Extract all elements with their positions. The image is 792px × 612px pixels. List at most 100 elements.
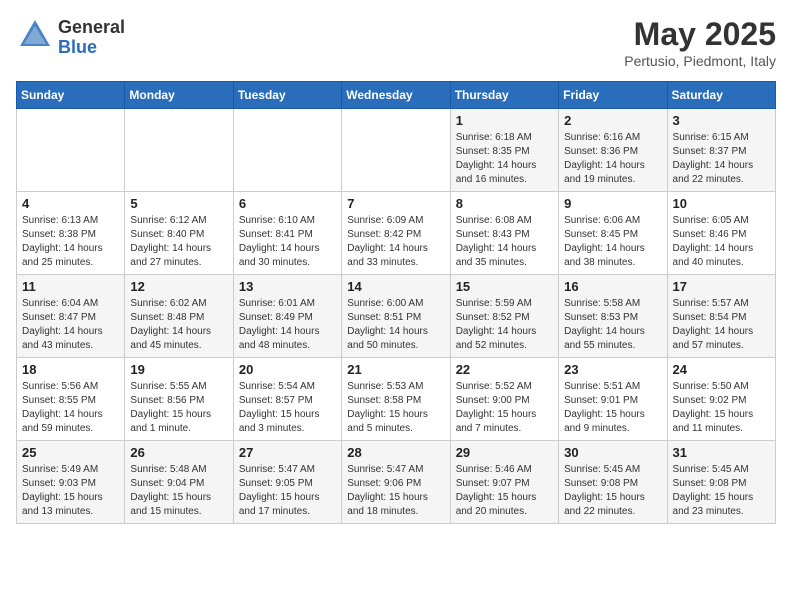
day-info: Sunrise: 6:01 AM Sunset: 8:49 PM Dayligh…	[239, 297, 336, 353]
month-title: May 2025	[624, 16, 776, 53]
logo: General Blue	[16, 16, 125, 59]
day-info: Sunrise: 6:06 AM Sunset: 8:45 PM Dayligh…	[564, 214, 661, 270]
day-info: Sunrise: 6:15 AM Sunset: 8:37 PM Dayligh…	[673, 131, 770, 187]
day-info: Sunrise: 5:51 AM Sunset: 9:01 PM Dayligh…	[564, 380, 661, 436]
weekday-header-row: SundayMondayTuesdayWednesdayThursdayFrid…	[17, 82, 776, 109]
day-number: 6	[239, 196, 336, 211]
calendar-cell: 7 Sunrise: 6:09 AM Sunset: 8:42 PM Daylig…	[342, 192, 450, 275]
day-info: Sunrise: 6:13 AM Sunset: 8:38 PM Dayligh…	[22, 214, 119, 270]
weekday-header-wednesday: Wednesday	[342, 82, 450, 109]
day-number: 22	[456, 362, 553, 377]
day-info: Sunrise: 5:47 AM Sunset: 9:06 PM Dayligh…	[347, 463, 444, 519]
day-info: Sunrise: 6:10 AM Sunset: 8:41 PM Dayligh…	[239, 214, 336, 270]
calendar-cell: 2Sunrise: 6:16 AM Sunset: 8:36 PM Daylig…	[559, 109, 667, 192]
calendar-cell: 27 Sunrise: 5:47 AM Sunset: 9:05 PM Dayli…	[233, 441, 341, 524]
calendar-cell: 19Sunrise: 5:55 AM Sunset: 8:56 PM Dayli…	[125, 358, 233, 441]
day-number: 30	[564, 445, 661, 460]
day-number: 1	[456, 113, 553, 128]
calendar-cell: 3 Sunrise: 6:15 AM Sunset: 8:37 PM Daylig…	[667, 109, 775, 192]
day-info: Sunrise: 5:53 AM Sunset: 8:58 PM Dayligh…	[347, 380, 444, 436]
logo-general-text: General	[58, 18, 125, 38]
calendar-cell	[342, 109, 450, 192]
day-info: Sunrise: 6:08 AM Sunset: 8:43 PM Dayligh…	[456, 214, 553, 270]
day-info: Sunrise: 5:49 AM Sunset: 9:03 PM Dayligh…	[22, 463, 119, 519]
day-info: Sunrise: 5:46 AM Sunset: 9:07 PM Dayligh…	[456, 463, 553, 519]
day-number: 12	[130, 279, 227, 294]
day-info: Sunrise: 5:55 AM Sunset: 8:56 PM Dayligh…	[130, 380, 227, 436]
calendar-cell: 12 Sunrise: 6:02 AM Sunset: 8:48 PM Dayli…	[125, 275, 233, 358]
day-number: 10	[673, 196, 770, 211]
calendar-cell: 20 Sunrise: 5:54 AM Sunset: 8:57 PM Dayli…	[233, 358, 341, 441]
calendar-cell: 1 Sunrise: 6:18 AM Sunset: 8:35 PM Daylig…	[450, 109, 558, 192]
day-info: Sunrise: 5:56 AM Sunset: 8:55 PM Dayligh…	[22, 380, 119, 436]
day-info: Sunrise: 5:48 AM Sunset: 9:04 PM Dayligh…	[130, 463, 227, 519]
logo-blue-text: Blue	[58, 38, 125, 58]
day-info: Sunrise: 6:04 AM Sunset: 8:47 PM Dayligh…	[22, 297, 119, 353]
calendar-cell: 24Sunrise: 5:50 AM Sunset: 9:02 PM Dayli…	[667, 358, 775, 441]
day-number: 15	[456, 279, 553, 294]
calendar-cell: 17 Sunrise: 5:57 AM Sunset: 8:54 PM Dayli…	[667, 275, 775, 358]
calendar-cell: 13Sunrise: 6:01 AM Sunset: 8:49 PM Dayli…	[233, 275, 341, 358]
day-info: Sunrise: 5:47 AM Sunset: 9:05 PM Dayligh…	[239, 463, 336, 519]
day-info: Sunrise: 6:18 AM Sunset: 8:35 PM Dayligh…	[456, 131, 553, 187]
day-number: 28	[347, 445, 444, 460]
logo-icon	[16, 16, 54, 54]
weekday-header-thursday: Thursday	[450, 82, 558, 109]
calendar-cell: 4 Sunrise: 6:13 AM Sunset: 8:38 PM Daylig…	[17, 192, 125, 275]
weekday-header-tuesday: Tuesday	[233, 82, 341, 109]
day-number: 4	[22, 196, 119, 211]
day-info: Sunrise: 6:09 AM Sunset: 8:42 PM Dayligh…	[347, 214, 444, 270]
day-info: Sunrise: 5:45 AM Sunset: 9:08 PM Dayligh…	[564, 463, 661, 519]
day-info: Sunrise: 5:57 AM Sunset: 8:54 PM Dayligh…	[673, 297, 770, 353]
calendar-week-2: 4 Sunrise: 6:13 AM Sunset: 8:38 PM Daylig…	[17, 192, 776, 275]
title-area: May 2025 Pertusio, Piedmont, Italy	[624, 16, 776, 69]
calendar-week-5: 25 Sunrise: 5:49 AM Sunset: 9:03 PM Dayli…	[17, 441, 776, 524]
day-number: 17	[673, 279, 770, 294]
day-number: 8	[456, 196, 553, 211]
day-info: Sunrise: 5:52 AM Sunset: 9:00 PM Dayligh…	[456, 380, 553, 436]
page-header: General Blue May 2025 Pertusio, Piedmont…	[16, 16, 776, 69]
calendar-cell: 25 Sunrise: 5:49 AM Sunset: 9:03 PM Dayli…	[17, 441, 125, 524]
calendar-cell: 31 Sunrise: 5:45 AM Sunset: 9:08 PM Dayli…	[667, 441, 775, 524]
calendar-week-1: 1 Sunrise: 6:18 AM Sunset: 8:35 PM Daylig…	[17, 109, 776, 192]
day-number: 31	[673, 445, 770, 460]
day-number: 25	[22, 445, 119, 460]
day-info: Sunrise: 6:12 AM Sunset: 8:40 PM Dayligh…	[130, 214, 227, 270]
calendar-cell: 8 Sunrise: 6:08 AM Sunset: 8:43 PM Daylig…	[450, 192, 558, 275]
day-number: 2	[564, 113, 661, 128]
calendar-cell: 23 Sunrise: 5:51 AM Sunset: 9:01 PM Dayli…	[559, 358, 667, 441]
day-number: 27	[239, 445, 336, 460]
day-number: 20	[239, 362, 336, 377]
day-info: Sunrise: 6:02 AM Sunset: 8:48 PM Dayligh…	[130, 297, 227, 353]
day-number: 23	[564, 362, 661, 377]
day-number: 5	[130, 196, 227, 211]
calendar-cell	[17, 109, 125, 192]
calendar-cell: 10Sunrise: 6:05 AM Sunset: 8:46 PM Dayli…	[667, 192, 775, 275]
logo-text: General Blue	[58, 18, 125, 58]
calendar-cell: 14Sunrise: 6:00 AM Sunset: 8:51 PM Dayli…	[342, 275, 450, 358]
day-number: 21	[347, 362, 444, 377]
calendar-cell: 9 Sunrise: 6:06 AM Sunset: 8:45 PM Daylig…	[559, 192, 667, 275]
day-info: Sunrise: 5:50 AM Sunset: 9:02 PM Dayligh…	[673, 380, 770, 436]
day-number: 9	[564, 196, 661, 211]
calendar-cell	[125, 109, 233, 192]
day-info: Sunrise: 5:45 AM Sunset: 9:08 PM Dayligh…	[673, 463, 770, 519]
calendar-week-3: 11 Sunrise: 6:04 AM Sunset: 8:47 PM Dayli…	[17, 275, 776, 358]
weekday-header-monday: Monday	[125, 82, 233, 109]
day-number: 26	[130, 445, 227, 460]
day-number: 3	[673, 113, 770, 128]
calendar-week-4: 18 Sunrise: 5:56 AM Sunset: 8:55 PM Dayli…	[17, 358, 776, 441]
calendar-cell: 30 Sunrise: 5:45 AM Sunset: 9:08 PM Dayli…	[559, 441, 667, 524]
weekday-header-sunday: Sunday	[17, 82, 125, 109]
calendar-cell: 21 Sunrise: 5:53 AM Sunset: 8:58 PM Dayli…	[342, 358, 450, 441]
calendar-table: SundayMondayTuesdayWednesdayThursdayFrid…	[16, 81, 776, 524]
calendar-cell: 5 Sunrise: 6:12 AM Sunset: 8:40 PM Daylig…	[125, 192, 233, 275]
day-info: Sunrise: 5:54 AM Sunset: 8:57 PM Dayligh…	[239, 380, 336, 436]
weekday-header-saturday: Saturday	[667, 82, 775, 109]
day-number: 11	[22, 279, 119, 294]
calendar-cell: 6 Sunrise: 6:10 AM Sunset: 8:41 PM Daylig…	[233, 192, 341, 275]
location-text: Pertusio, Piedmont, Italy	[624, 53, 776, 69]
day-number: 18	[22, 362, 119, 377]
day-number: 7	[347, 196, 444, 211]
calendar-cell: 28 Sunrise: 5:47 AM Sunset: 9:06 PM Dayli…	[342, 441, 450, 524]
